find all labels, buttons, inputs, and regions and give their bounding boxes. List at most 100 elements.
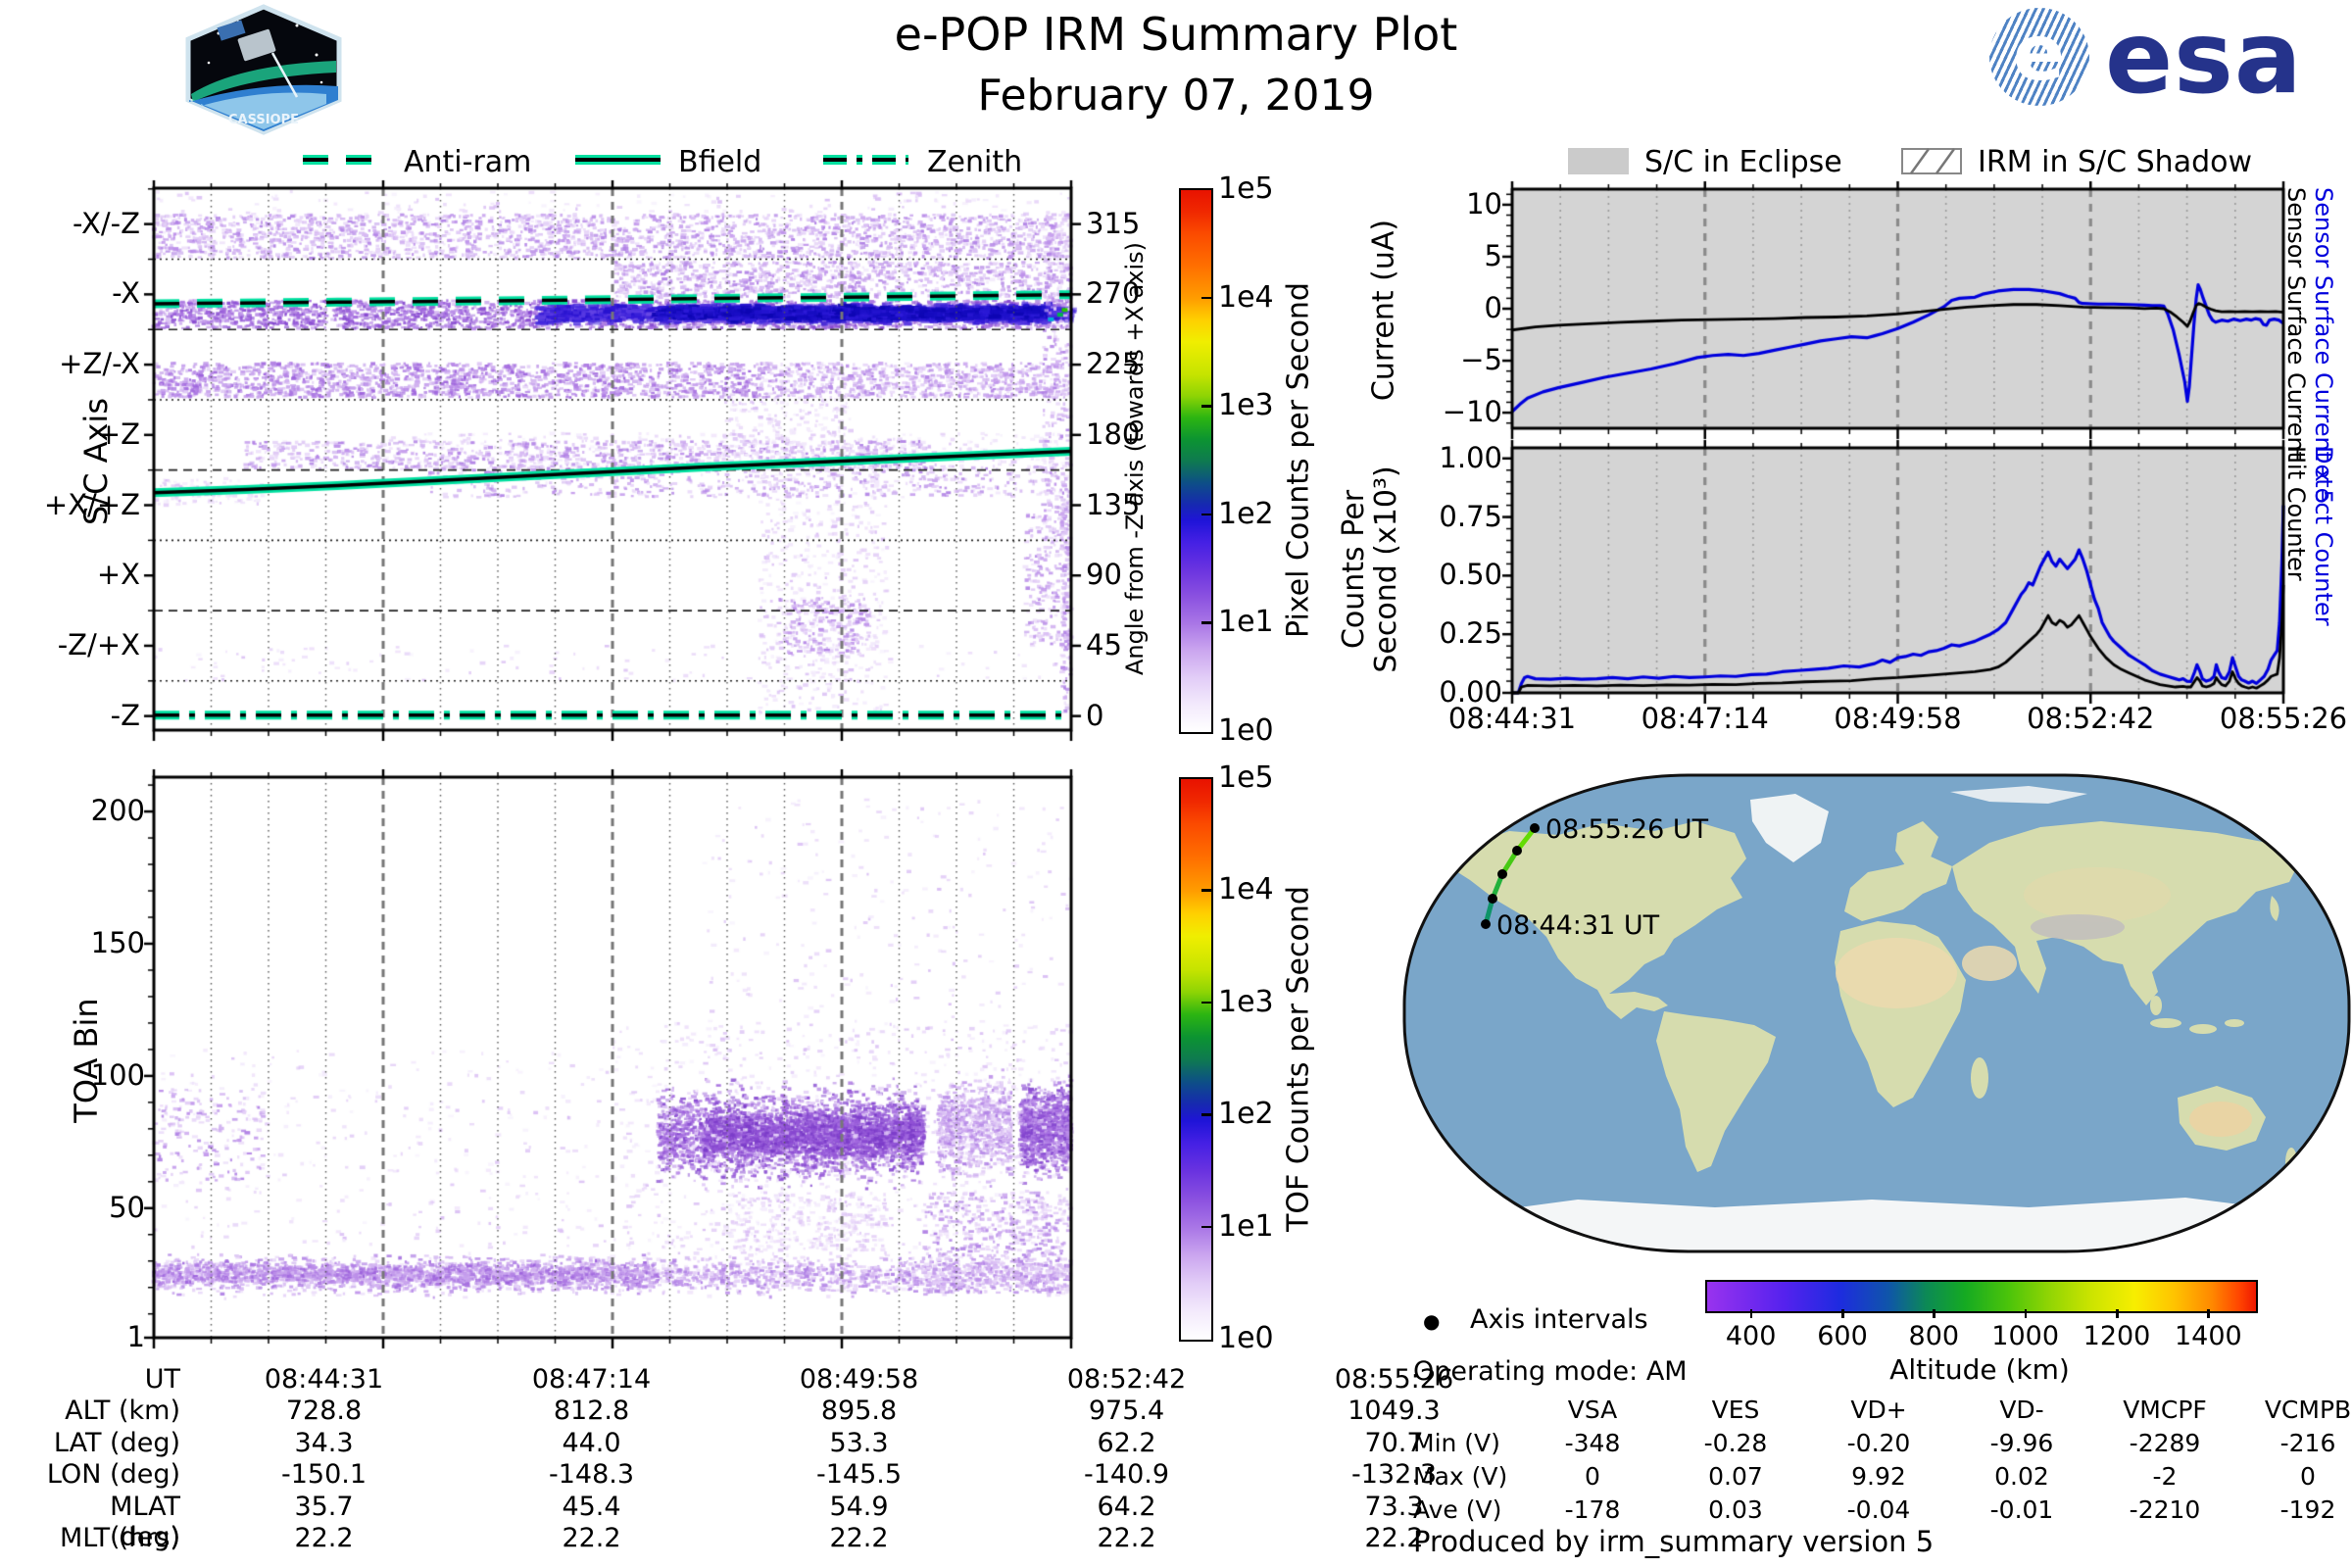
colorbar-tick-mark [1201, 1225, 1211, 1229]
time-tick-label: 08:49:58 [1834, 702, 1962, 735]
time-tick-label: 08:55:26 [2219, 702, 2348, 735]
time-tick-label: 08:47:14 [1641, 702, 1769, 735]
axis-interval-dot [1488, 894, 1497, 904]
table-column-header: VD- [1999, 1396, 2044, 1424]
toa-tick-label: 100 [90, 1057, 145, 1092]
table-column-header: VMCPF [2123, 1396, 2207, 1424]
table-row-label: Min (V) [1413, 1429, 1500, 1457]
table-cell: 53.3 [829, 1427, 889, 1458]
table-cell: 0.03 [1708, 1495, 1763, 1524]
table-cell: 0 [1585, 1462, 1600, 1491]
cassiope-patch-label: CASSIOPE [228, 113, 299, 127]
track-start-time-label: 08:44:31 UT [1496, 910, 1660, 941]
esa-logo-text: esa [2105, 0, 2303, 117]
angle-tick-label: 135 [1086, 487, 1141, 521]
table-cell: -145.5 [815, 1459, 903, 1491]
sc-axis-category-label: -X [112, 276, 140, 311]
eclipse-legend-label: S/C in Eclipse [1644, 145, 1842, 179]
colorbar-tick-mark [1201, 1113, 1211, 1116]
toa-spectrogram [140, 763, 1085, 1351]
toa-tick-label: 50 [109, 1190, 145, 1224]
tof-counts-colorbar [1179, 777, 1213, 1342]
table-cell: -216 [2279, 1429, 2336, 1457]
counts-ylabel-line1: Counts Per [1337, 489, 1371, 650]
colorbar-tick-mark [1201, 405, 1211, 408]
time-tick-label: 08:52:42 [2027, 702, 2155, 735]
table-cell: 08:55:26 [1334, 1364, 1454, 1395]
table-cell: -0.04 [1846, 1495, 1911, 1524]
current-tick-label: −5 [1460, 343, 1502, 377]
angle-tick-label: 180 [1086, 416, 1141, 451]
table-cell: 44.0 [562, 1427, 621, 1458]
table-cell: 0 [2300, 1462, 2316, 1491]
counts-tick-label: 0.50 [1439, 558, 1502, 592]
table-cell: -178 [1564, 1495, 1621, 1524]
table-cell: 812.8 [553, 1396, 630, 1427]
table-cell: -0.20 [1846, 1429, 1911, 1457]
table-cell: 22.2 [1097, 1522, 1156, 1553]
axis-intervals-label: Axis intervals [1470, 1304, 1648, 1335]
page-date: February 07, 2019 [977, 71, 1375, 121]
detect-counter-right-label: Detect Counter [2310, 446, 2337, 626]
table-cell: 22.2 [829, 1522, 889, 1553]
colorbar-tick-label: 1e3 [1218, 984, 1274, 1019]
angle-tick-label: 90 [1086, 558, 1122, 592]
table-cell: 08:52:42 [1066, 1364, 1187, 1395]
table-cell: -2210 [2129, 1495, 2201, 1524]
table-cell: 0.07 [1708, 1462, 1763, 1491]
counts-tick-label: 0.75 [1439, 499, 1502, 533]
cassiope-mission-patch-icon: CASSIOPE [185, 4, 342, 135]
current-tick-label: 0 [1484, 291, 1502, 324]
altitude-tick-mark [1841, 1309, 1844, 1318]
colorbar-tick-mark [1201, 621, 1211, 624]
table-row-label: MLAT (deg) [110, 1491, 180, 1552]
toa-tick-label: 1 [126, 1320, 145, 1353]
angle-tick-label: 0 [1086, 698, 1104, 732]
table-cell: 08:49:58 [799, 1364, 919, 1395]
altitude-tick-mark [2116, 1309, 2119, 1318]
sc-axis-category-label: +X/+Z [43, 487, 140, 521]
colorbar-tick-label: 1e3 [1218, 388, 1274, 423]
table-cell: -150.1 [280, 1459, 368, 1491]
counters-plot [1498, 434, 2297, 707]
table-cell: 975.4 [1088, 1396, 1165, 1427]
produced-by-label: Produced by irm_summary version 5 [1413, 1525, 1935, 1558]
colorbar-tick-mark [1201, 296, 1211, 300]
altitude-tick-mark [1749, 1309, 1753, 1318]
table-row-label: Ave (V) [1413, 1495, 1502, 1524]
table-cell: -0.28 [1703, 1429, 1768, 1457]
axis-interval-dot [1530, 823, 1540, 833]
table-cell: 22.2 [294, 1522, 354, 1553]
table-cell: 35.7 [294, 1491, 354, 1522]
colorbar-tick-label: 1e0 [1218, 1321, 1274, 1355]
colorbar-tick-label: 1e2 [1218, 1097, 1274, 1132]
current-tick-label: 10 [1466, 186, 1502, 220]
time-tick-label: 08:44:31 [1447, 702, 1577, 735]
table-cell: -0.01 [1989, 1495, 2054, 1524]
table-cell: 62.2 [1097, 1427, 1156, 1458]
angle-tick-label: 225 [1086, 347, 1141, 381]
angle-tick-label: 315 [1086, 206, 1141, 240]
sc-axis-category-label: +Z/-X [59, 347, 140, 381]
colorbar-tick-label: 1e0 [1218, 713, 1274, 748]
table-corner [1413, 1396, 1521, 1429]
shadow-legend-hatch-swatch [1901, 148, 1962, 174]
table-cell: -348 [1564, 1429, 1621, 1457]
table-row-label: MLT (hrs) [59, 1522, 180, 1553]
eclipse-legend-swatch [1568, 148, 1629, 174]
table-row-label: Max (V) [1413, 1462, 1508, 1491]
colorbar-tick-label: 1e5 [1218, 172, 1274, 206]
colorbar-tick-label: 1e5 [1218, 760, 1274, 795]
table-cell: -2 [2152, 1462, 2178, 1491]
table-cell: 45.4 [562, 1491, 621, 1522]
colorbar-tick-label: 1e4 [1218, 872, 1274, 907]
table-row-label: ALT (km) [65, 1396, 180, 1427]
page-title: e-POP IRM Summary Plot [894, 8, 1458, 61]
table-cell: 64.2 [1097, 1491, 1156, 1522]
pixel-counts-colorbar [1179, 188, 1213, 734]
table-cell: 54.9 [829, 1491, 889, 1522]
axis-interval-dot [1512, 846, 1522, 856]
table-cell: -140.9 [1083, 1459, 1170, 1491]
world-map-graphic [1404, 775, 2349, 1251]
altitude-tick-mark [2207, 1309, 2210, 1318]
